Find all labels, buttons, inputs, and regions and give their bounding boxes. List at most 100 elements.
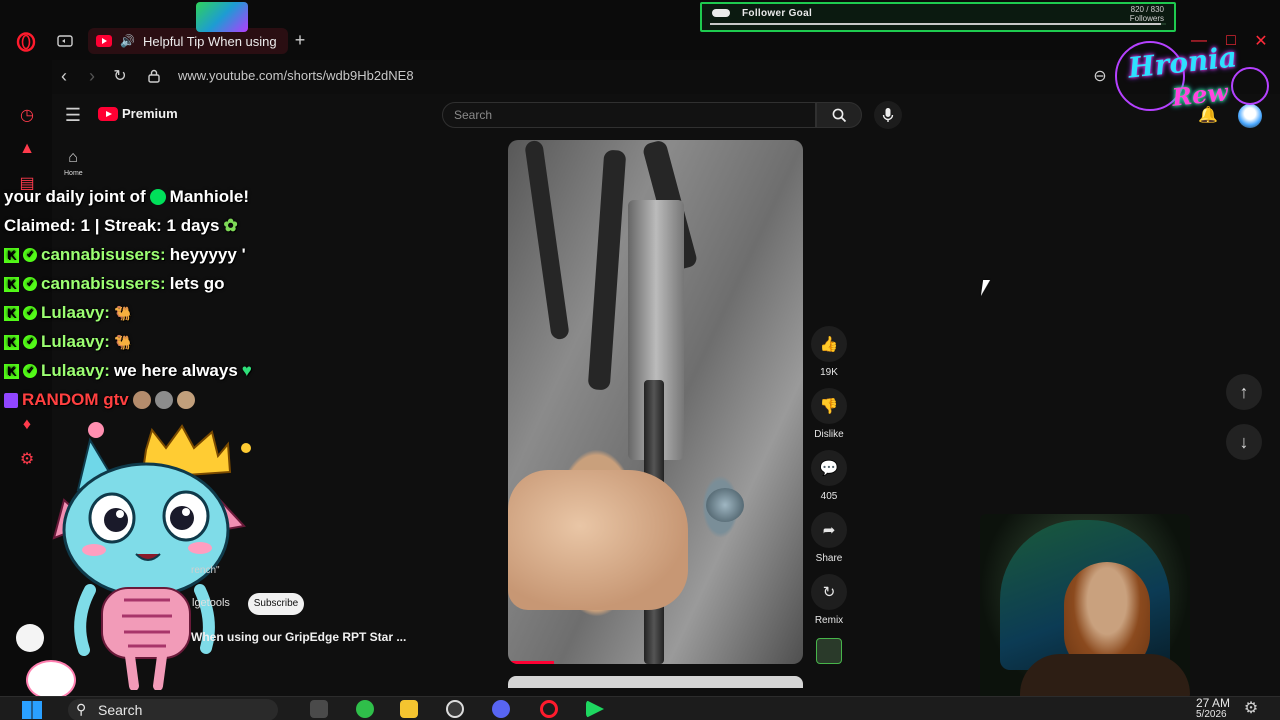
settings-icon[interactable]: ⚙ xyxy=(16,448,38,470)
comment-count: 405 xyxy=(820,491,838,502)
verified-badge-icon: ✓ xyxy=(23,335,37,349)
like-button[interactable]: 👍 19K xyxy=(810,326,848,378)
chat-line: RANDOM gtv xyxy=(4,387,195,413)
opera-taskbar-icon[interactable] xyxy=(540,700,558,718)
back-icon[interactable]: ‹ xyxy=(54,66,74,86)
extensions-icon[interactable]: ♦ xyxy=(16,414,38,436)
forward-icon[interactable]: › xyxy=(82,66,102,86)
streamer-webcam xyxy=(980,514,1190,700)
chat-username: Lulaavy: xyxy=(41,303,110,322)
verified-badge-icon: ✓ xyxy=(23,277,37,291)
tab-overview-icon[interactable] xyxy=(54,30,76,52)
chat-line: Claimed: 1 | Streak: 1 days ✿ xyxy=(4,213,238,239)
taskbar-search-label: Search xyxy=(98,702,143,718)
speaker-icon[interactable]: 🔊 xyxy=(120,34,135,48)
youtube-logo[interactable]: Premium xyxy=(98,106,178,121)
leaf-icon: ✿ xyxy=(223,216,238,235)
video-progress-bar[interactable] xyxy=(508,661,554,664)
chat-username: cannabisusers: xyxy=(41,245,166,264)
chat-line: K ✓ cannabisusers: lets go xyxy=(4,271,225,297)
clock-date: 5/2026 xyxy=(1196,709,1227,720)
browser-tabbar: 🔊 Helpful Tip When using + Follower Goal… xyxy=(0,0,1280,60)
windows-start-icon[interactable] xyxy=(22,701,42,719)
kick-badge-icon: K xyxy=(4,276,19,292)
tab-youtube[interactable]: 🔊 Helpful Tip When using xyxy=(88,28,288,54)
opera-logo-icon[interactable] xyxy=(14,30,38,54)
share-icon: ➦ xyxy=(811,512,847,548)
menu-icon[interactable]: ☰ xyxy=(62,104,84,126)
history-icon[interactable]: ◷ xyxy=(16,104,38,126)
youtube-favicon-icon xyxy=(96,35,112,47)
emote-icon xyxy=(154,391,173,409)
youtube-play-icon xyxy=(98,106,118,121)
subscribe-button[interactable]: Subscribe xyxy=(248,593,304,615)
chat-message-extra: Manhiole! xyxy=(169,187,250,206)
remix-button[interactable]: ↻ Remix xyxy=(810,574,848,626)
next-short-preview[interactable] xyxy=(508,676,803,688)
chat-line: K ✓ Lulaavy: 🐫 xyxy=(4,300,131,326)
chat-line: your daily joint of Manhiole! xyxy=(4,184,249,210)
emoji-face-icon[interactable] xyxy=(16,624,44,652)
aria-icon[interactable]: ▲ xyxy=(16,138,38,160)
remix-label: Remix xyxy=(814,615,844,626)
dislike-button[interactable]: 👎 Dislike xyxy=(810,388,848,440)
taskbar: ⚲ Search 27 AM 5/2026 ⚙ xyxy=(0,696,1280,720)
follower-goal-bar xyxy=(710,23,1166,25)
obs-icon[interactable] xyxy=(446,700,464,718)
verified-badge-icon: ✓ xyxy=(23,306,37,320)
channel-name[interactable]: lgetools xyxy=(192,597,230,609)
search-input[interactable]: Search xyxy=(442,102,816,128)
emote-icon xyxy=(132,391,151,409)
short-title[interactable]: When using our GripEdge RPT Star ... xyxy=(191,630,406,644)
kick-badge-icon: K xyxy=(4,247,19,263)
mouse-cursor-icon xyxy=(980,280,991,296)
dislike-label: Dislike xyxy=(814,429,844,440)
chat-message: Claimed: 1 | Streak: 1 days xyxy=(4,216,220,235)
share-button[interactable]: ➦ Share xyxy=(810,512,848,564)
description-fragment: rench" xyxy=(191,565,220,576)
search-button[interactable] xyxy=(816,102,862,128)
youtube-brand-label: Premium xyxy=(122,106,178,121)
task-view-icon[interactable] xyxy=(310,700,328,718)
comments-button[interactable]: 💬 405 xyxy=(810,450,848,502)
file-explorer-icon[interactable] xyxy=(400,700,418,718)
emote-icon xyxy=(176,391,195,409)
follower-goal-unit: Followers xyxy=(1129,14,1164,23)
home-icon[interactable]: ⌂ xyxy=(62,148,84,168)
mic-icon xyxy=(882,108,894,122)
short-video-player[interactable] xyxy=(508,140,803,664)
video-hose-shape xyxy=(524,140,570,341)
sound-thumbnail[interactable] xyxy=(816,638,842,664)
streamlabs-icon[interactable] xyxy=(586,700,604,718)
discord-icon[interactable] xyxy=(492,700,510,718)
xbox-icon[interactable] xyxy=(356,700,374,718)
streamer-body-shape xyxy=(1020,654,1190,700)
follower-goal-widget: Follower Goal 820 / 830 Followers xyxy=(700,2,1176,32)
chat-username: RANDOM gtv xyxy=(22,390,129,409)
system-clock[interactable]: 27 AM 5/2026 xyxy=(1196,697,1230,720)
kick-badge-icon: K xyxy=(4,334,19,350)
chat-message: heyyyyy ' xyxy=(169,245,246,264)
home-label[interactable]: Home xyxy=(64,170,83,177)
thumbs-down-icon: 👎 xyxy=(811,388,847,424)
taskbar-search[interactable]: ⚲ Search xyxy=(68,699,278,720)
cloud-icon xyxy=(712,9,730,17)
video-bolt-shape xyxy=(706,488,744,522)
zoom-out-icon[interactable]: ⊖ xyxy=(1090,66,1110,86)
chat-line: K ✓ cannabisusers: heyyyyy ' xyxy=(4,242,246,268)
search-icon xyxy=(832,108,847,123)
green-circle-icon xyxy=(149,189,166,205)
previous-short-button[interactable]: ↑ xyxy=(1226,374,1262,410)
verified-badge-icon: ✓ xyxy=(23,364,37,378)
reload-icon[interactable]: ↻ xyxy=(110,66,130,86)
settings-gear-icon[interactable]: ⚙ xyxy=(1242,699,1260,717)
address-url[interactable]: www.youtube.com/shorts/wdb9Hb2dNE8 xyxy=(178,68,414,83)
lock-icon[interactable] xyxy=(146,66,162,86)
dragon-mascot-image xyxy=(52,422,251,690)
new-tab-button[interactable]: + xyxy=(290,30,310,50)
chat-username: Lulaavy: xyxy=(41,332,110,351)
chat-username: Lulaavy: xyxy=(41,361,110,380)
voice-search-button[interactable] xyxy=(874,101,902,129)
comment-icon: 💬 xyxy=(811,450,847,486)
next-short-button[interactable]: ↓ xyxy=(1226,424,1262,460)
